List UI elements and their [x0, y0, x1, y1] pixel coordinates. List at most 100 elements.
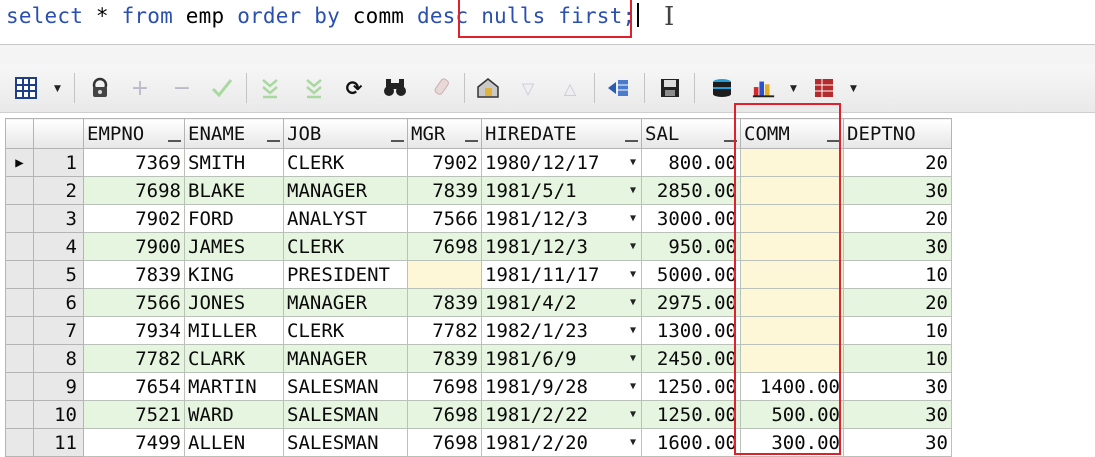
cell-deptno[interactable]: 20	[843, 288, 952, 317]
cell-ename[interactable]: MARTIN	[184, 372, 284, 401]
table-row[interactable]: 9 7654 MARTIN SALESMAN 7698 1981/9/28 ▼ 1250.00…	[5, 372, 952, 401]
cell-sal[interactable]: 5000.00	[641, 260, 741, 289]
cell-hiredate[interactable]: 1981/12/3 ▼	[481, 204, 642, 233]
cell-hiredate[interactable]: 1981/9/28 ▼	[481, 372, 642, 401]
table-row[interactable]: 11 7499 ALLEN SALESMAN 7698 1981/2/20 ▼ 1600.00…	[5, 428, 952, 457]
column-header-mgr[interactable]: MGR	[407, 118, 482, 149]
post-changes-icon[interactable]	[210, 76, 234, 100]
cell-deptno[interactable]: 20	[843, 148, 952, 177]
column-header-job[interactable]: JOB	[283, 118, 408, 149]
find-icon[interactable]	[383, 76, 407, 100]
cell-hiredate[interactable]: 1981/12/3 ▼	[481, 232, 642, 261]
cell-sal[interactable]: 1250.00	[641, 400, 741, 429]
row-number[interactable]: 6	[33, 288, 84, 317]
cell-mgr[interactable]: 7839	[407, 344, 482, 373]
date-dropdown-icon[interactable]: ▼	[630, 437, 636, 448]
clear-icon[interactable]	[430, 76, 454, 100]
column-header-deptno[interactable]: DEPTNO	[843, 118, 952, 149]
cell-empno[interactable]: 7782	[83, 344, 185, 373]
cell-mgr[interactable]: 7839	[407, 288, 482, 317]
cell-ename[interactable]: JAMES	[184, 232, 284, 261]
row-number[interactable]: 11	[33, 428, 84, 457]
cell-ename[interactable]: WARD	[184, 400, 284, 429]
column-menu-icon[interactable]	[465, 140, 478, 142]
cell-deptno[interactable]: 30	[843, 400, 952, 429]
cell-deptno[interactable]: 30	[843, 428, 952, 457]
delete-record-icon[interactable]: −	[170, 76, 194, 101]
cell-job[interactable]: MANAGER	[283, 176, 408, 205]
column-header-hiredate[interactable]: HIREDATE	[481, 118, 642, 149]
refresh-icon[interactable]: ⟳	[342, 76, 366, 100]
cell-comm[interactable]	[740, 204, 844, 233]
cell-mgr[interactable]: 7839	[407, 176, 482, 205]
date-dropdown-icon[interactable]: ▼	[630, 213, 636, 224]
save-icon[interactable]	[658, 76, 682, 100]
row-indicator[interactable]	[5, 288, 34, 317]
cell-hiredate[interactable]: 1982/1/23 ▼	[481, 316, 642, 345]
row-indicator[interactable]: ▶	[5, 148, 34, 177]
add-record-icon[interactable]: +	[128, 76, 152, 101]
table-row[interactable]: 8 7782 CLARK MANAGER 7839 1981/6/9 ▼ 2450.00 10	[5, 344, 952, 373]
cell-deptno[interactable]: 30	[843, 176, 952, 205]
cell-job[interactable]: MANAGER	[283, 344, 408, 373]
row-indicator[interactable]	[5, 428, 34, 457]
sort-ascending-icon[interactable]: △	[558, 76, 582, 100]
table-export-icon[interactable]	[812, 76, 836, 100]
row-indicator[interactable]	[5, 260, 34, 289]
cell-ename[interactable]: MILLER	[184, 316, 284, 345]
fetch-next-icon[interactable]	[258, 76, 282, 100]
row-number[interactable]: 8	[33, 344, 84, 373]
cell-deptno[interactable]: 20	[843, 204, 952, 233]
cell-sal[interactable]: 950.00	[641, 232, 741, 261]
cell-hiredate[interactable]: 1980/12/17 ▼	[481, 148, 642, 177]
row-number[interactable]: 2	[33, 176, 84, 205]
cell-mgr[interactable]: 7698	[407, 232, 482, 261]
cell-job[interactable]: MANAGER	[283, 288, 408, 317]
column-menu-icon[interactable]	[625, 140, 638, 142]
cell-mgr[interactable]: 7698	[407, 372, 482, 401]
query-by-example-icon[interactable]	[476, 76, 500, 100]
cell-sal[interactable]: 800.00	[641, 148, 741, 177]
cell-empno[interactable]: 7934	[83, 316, 185, 345]
cell-comm[interactable]	[740, 260, 844, 289]
cell-empno[interactable]: 7521	[83, 400, 185, 429]
cell-comm[interactable]: 300.00	[740, 428, 844, 457]
sort-descending-icon[interactable]: ▽	[516, 76, 540, 100]
cell-comm[interactable]	[740, 288, 844, 317]
cell-empno[interactable]: 7654	[83, 372, 185, 401]
chevron-down-icon[interactable]: ▼	[850, 84, 857, 94]
cell-mgr[interactable]: 7566	[407, 204, 482, 233]
cell-deptno[interactable]: 30	[843, 232, 952, 261]
cell-job[interactable]: PRESIDENT	[283, 260, 408, 289]
cell-empno[interactable]: 7839	[83, 260, 185, 289]
cell-sal[interactable]: 1300.00	[641, 316, 741, 345]
cell-sal[interactable]: 3000.00	[641, 204, 741, 233]
cell-job[interactable]: SALESMAN	[283, 428, 408, 457]
row-number[interactable]: 1	[33, 148, 84, 177]
table-row[interactable]: 7 7934 MILLER CLERK 7782 1982/1/23 ▼ 1300.00 10	[5, 316, 952, 345]
column-menu-icon[interactable]	[391, 140, 404, 142]
sql-editor[interactable]: select * from emp order by comm desc nul…	[0, 0, 1095, 45]
table-row[interactable]: 4 7900 JAMES CLERK 7698 1981/12/3 ▼ 950.00 30	[5, 232, 952, 261]
grid-view-icon[interactable]	[14, 76, 38, 100]
column-header-comm[interactable]: COMM	[740, 118, 844, 149]
date-dropdown-icon[interactable]: ▼	[630, 297, 636, 308]
date-dropdown-icon[interactable]: ▼	[630, 269, 636, 280]
cell-empno[interactable]: 7499	[83, 428, 185, 457]
chevron-down-icon[interactable]: ▼	[790, 84, 797, 94]
cell-hiredate[interactable]: 1981/11/17 ▼	[481, 260, 642, 289]
column-header-empno[interactable]: EMPNO	[83, 118, 185, 149]
cell-sal[interactable]: 2975.00	[641, 288, 741, 317]
chevron-down-icon[interactable]: ▼	[54, 84, 61, 94]
cell-empno[interactable]: 7698	[83, 176, 185, 205]
cell-ename[interactable]: JONES	[184, 288, 284, 317]
table-row[interactable]: 3 7902 FORD ANALYST 7566 1981/12/3 ▼ 3000.00 20	[5, 204, 952, 233]
row-indicator[interactable]	[5, 344, 34, 373]
connect-icon[interactable]	[710, 76, 734, 100]
cell-empno[interactable]: 7902	[83, 204, 185, 233]
column-menu-icon[interactable]	[827, 140, 840, 142]
cell-deptno[interactable]: 10	[843, 344, 952, 373]
row-number[interactable]: 10	[33, 400, 84, 429]
row-number[interactable]: 3	[33, 204, 84, 233]
cell-hiredate[interactable]: 1981/2/22 ▼	[481, 400, 642, 429]
